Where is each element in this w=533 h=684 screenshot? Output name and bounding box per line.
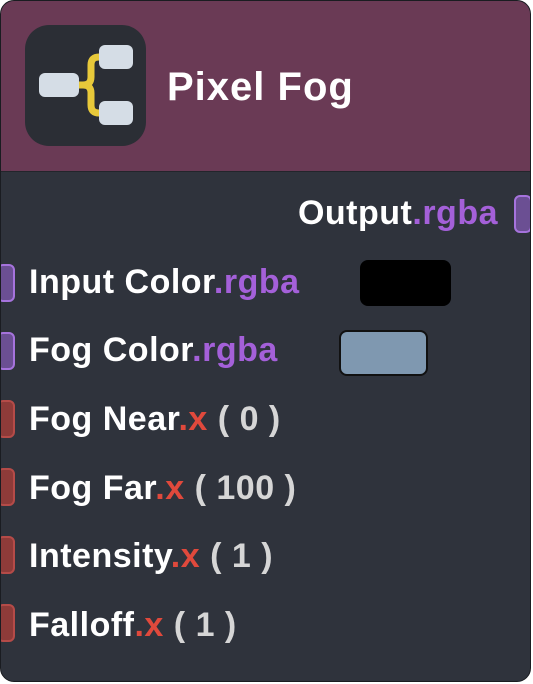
fog-color-suffix: .rgba	[192, 331, 278, 369]
fog-color-row: Fog Color.rgba	[29, 325, 278, 375]
intensity-row: Intensity.x ( 1 )	[29, 531, 273, 581]
pixel-fog-node[interactable]: Pixel Fog Output.rgba Input Color.rgba F…	[0, 0, 531, 682]
branch-icon	[39, 45, 133, 125]
input-color-suffix: .rgba	[213, 263, 300, 301]
intensity-port[interactable]	[1, 536, 15, 574]
output-label-row: Output.rgba	[298, 188, 498, 238]
intensity-suffix: .x	[170, 537, 201, 575]
fog-color-port[interactable]	[1, 332, 15, 370]
falloff-label: Falloff	[29, 606, 135, 644]
fog-near-row: Fog Near.x ( 0 )	[29, 394, 281, 444]
intensity-label: Intensity	[29, 537, 171, 575]
input-color-port[interactable]	[1, 264, 15, 302]
output-port[interactable]	[514, 195, 530, 233]
output-suffix: .rgba	[412, 194, 498, 232]
input-color-swatch[interactable]	[360, 260, 451, 306]
fog-far-label: Fog Far	[29, 469, 156, 507]
fog-near-default[interactable]: ( 0 )	[218, 400, 281, 438]
fog-near-suffix: .x	[178, 400, 208, 438]
output-label: Output	[297, 194, 413, 232]
fog-near-port[interactable]	[1, 400, 15, 438]
falloff-port[interactable]	[1, 604, 15, 642]
fog-color-label: Fog Color	[29, 331, 193, 369]
fog-far-row: Fog Far.x ( 100 )	[29, 463, 296, 513]
falloff-default[interactable]: ( 1 )	[174, 606, 237, 644]
node-icon-box	[25, 25, 146, 146]
node-header[interactable]: Pixel Fog	[1, 1, 530, 172]
fog-color-swatch[interactable]	[339, 330, 428, 376]
falloff-row: Falloff.x ( 1 )	[29, 600, 237, 650]
fog-far-suffix: .x	[155, 469, 185, 507]
input-color-label: Input Color	[29, 263, 214, 301]
input-color-row: Input Color.rgba	[29, 257, 300, 307]
fog-near-label: Fog Near	[29, 400, 179, 438]
falloff-suffix: .x	[134, 606, 164, 644]
fog-far-default[interactable]: ( 100 )	[195, 469, 297, 507]
node-title: Pixel Fog	[167, 65, 354, 109]
fog-far-port[interactable]	[1, 468, 15, 506]
intensity-default[interactable]: ( 1 )	[210, 537, 273, 575]
